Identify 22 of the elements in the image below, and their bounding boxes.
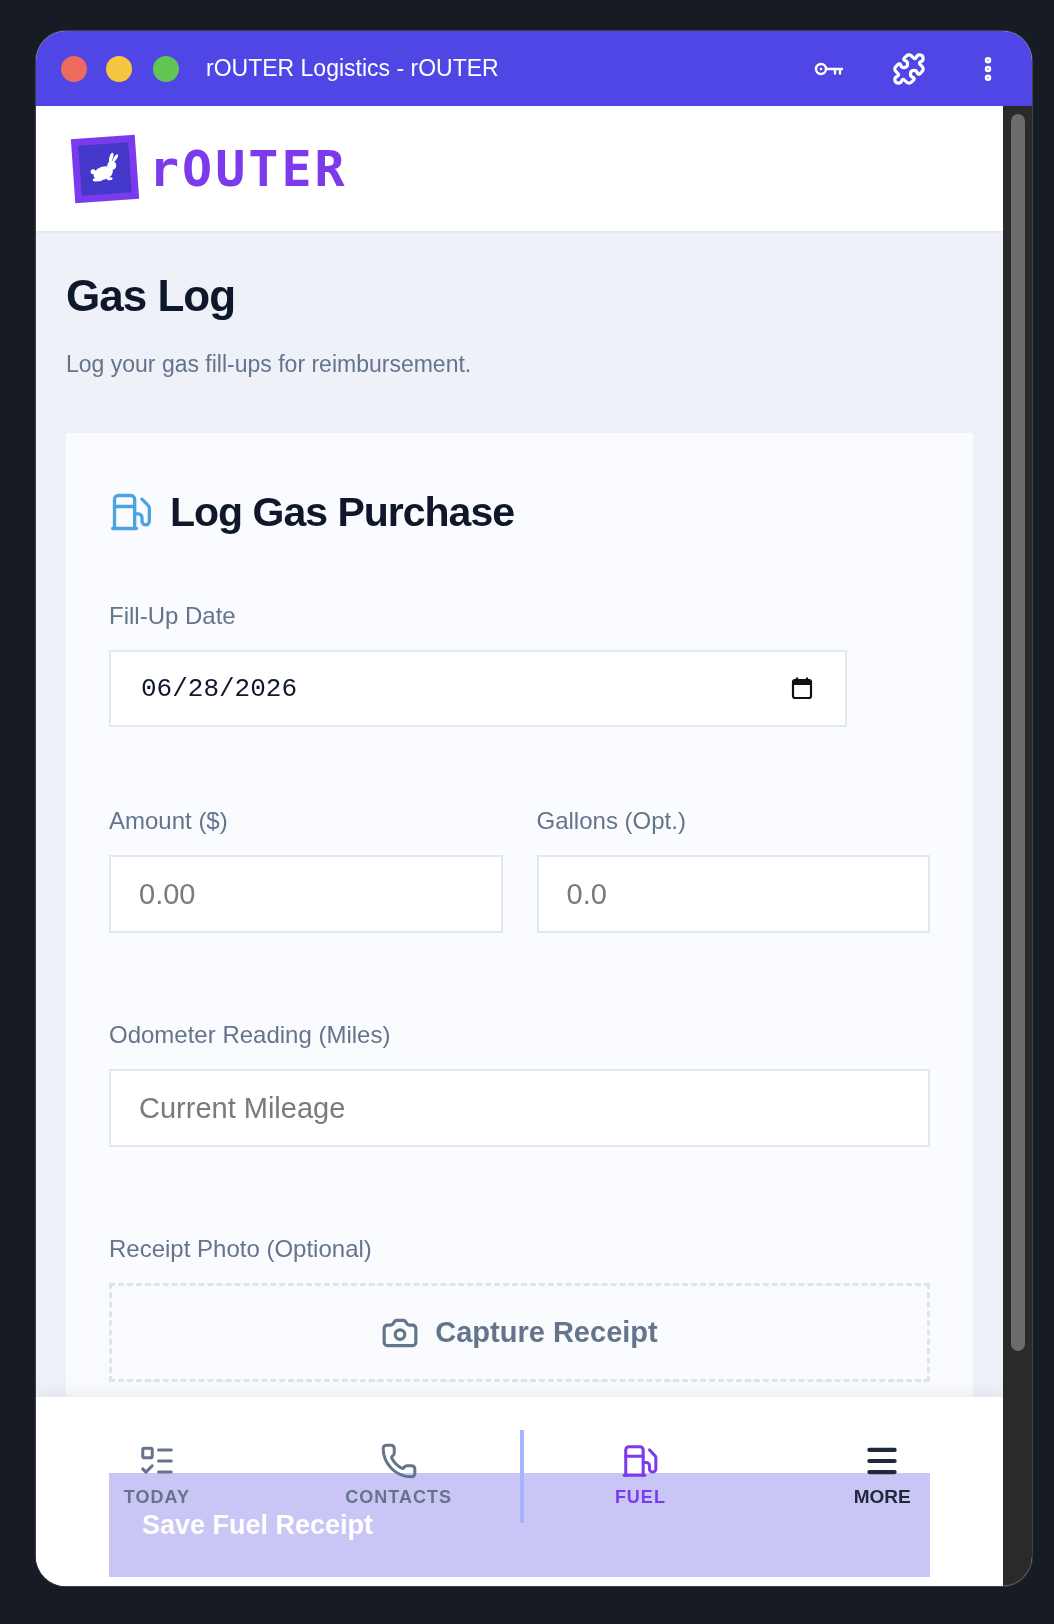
scrollbar-thumb[interactable]: [1010, 114, 1025, 1351]
puzzle-icon[interactable]: [892, 51, 926, 86]
key-icon[interactable]: [814, 60, 844, 77]
field-label: Receipt Photo (Optional): [109, 1234, 372, 1264]
field-label: Odometer Reading (Miles): [109, 1020, 391, 1050]
phone-icon: [379, 1442, 418, 1480]
rabbit-logo-icon: [70, 133, 140, 204]
card-title: Log Gas Purchase: [170, 488, 514, 537]
field-label: Amount ($): [109, 806, 228, 836]
capture-receipt-button[interactable]: Capture Receipt: [109, 1283, 930, 1382]
page-subtitle: Log your gas fill-ups for reimbursement.: [66, 350, 472, 379]
field-label: Gallons (Opt.): [536, 806, 686, 836]
gallons-field[interactable]: 0.0: [536, 855, 930, 933]
calendar-icon[interactable]: [791, 676, 813, 700]
page-title: Gas Log: [66, 272, 236, 320]
odometer-field[interactable]: Current Mileage: [109, 1069, 930, 1147]
date-field[interactable]: 06/28/2026: [109, 650, 847, 727]
amount-field[interactable]: 0.00: [109, 855, 503, 933]
window-title: rOUTER Logistics - rOUTER: [206, 54, 499, 84]
logo-wordmark: rOUTER: [149, 143, 348, 194]
field-label: Fill-Up Date: [109, 601, 236, 631]
fuel-pump-icon: [621, 1442, 660, 1480]
